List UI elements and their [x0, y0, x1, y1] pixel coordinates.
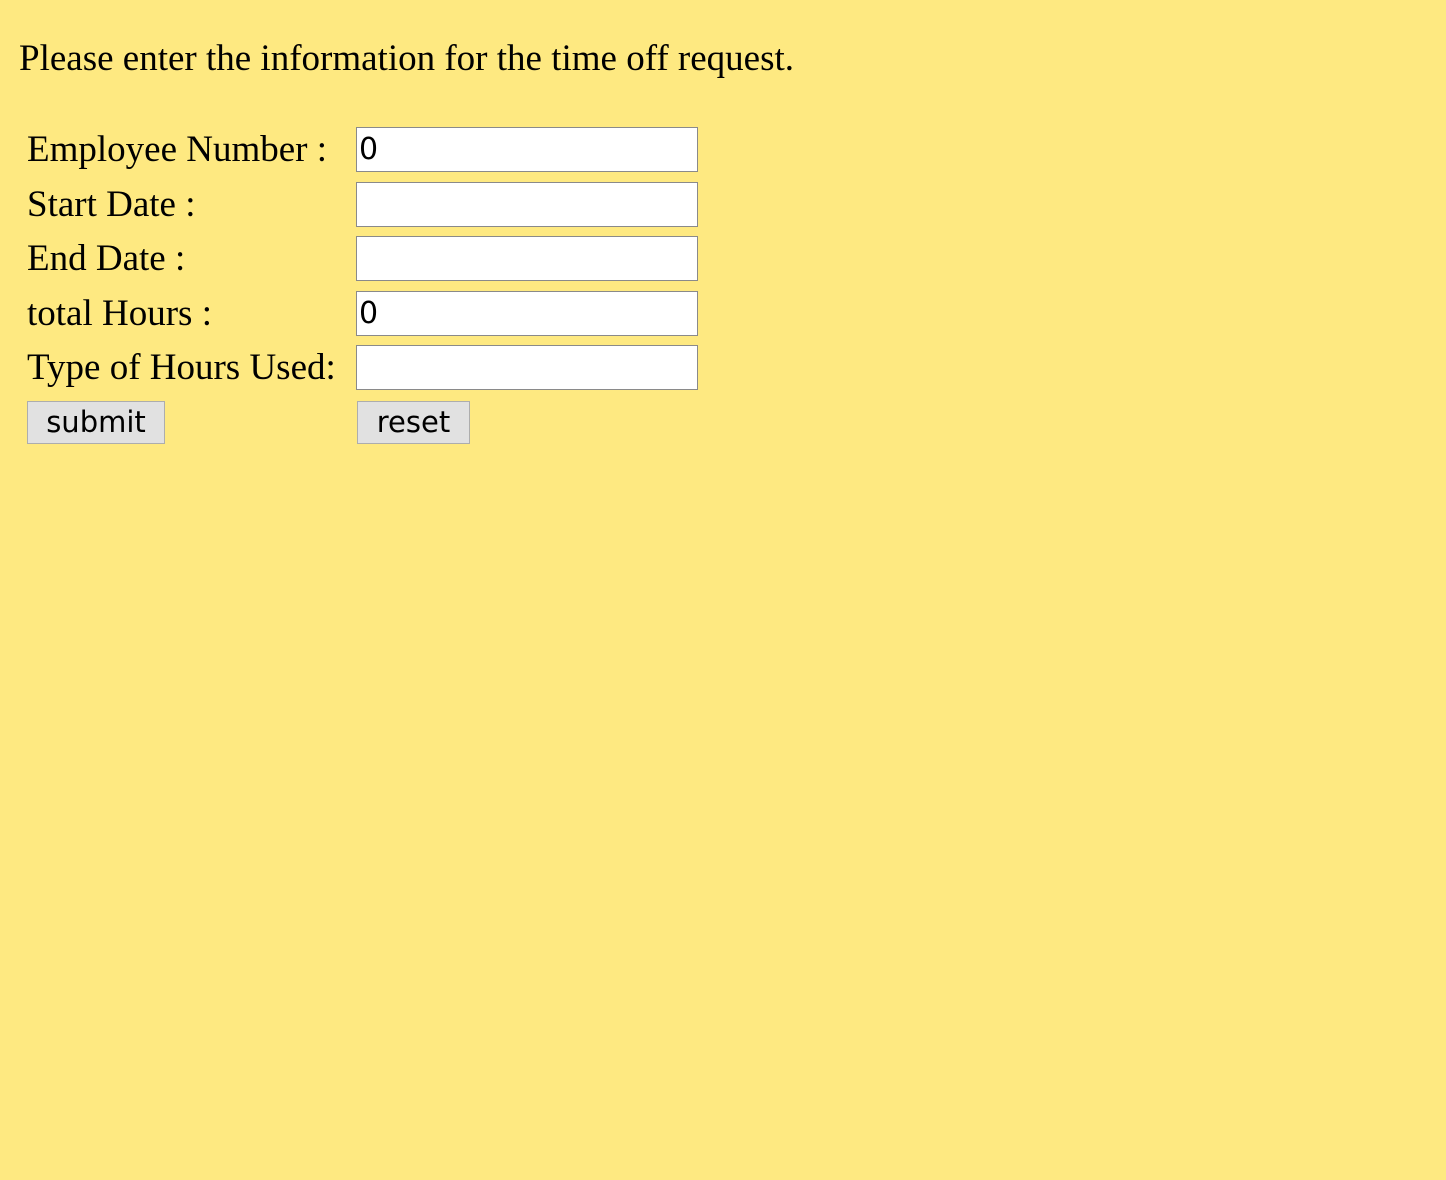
reset-button[interactable]: reset	[357, 401, 470, 444]
employee-number-label: Employee Number :	[27, 129, 328, 170]
intro-text: Please enter the information for the tim…	[19, 38, 795, 79]
end-date-input[interactable]	[356, 236, 698, 281]
hours-type-label: Type of Hours Used:	[27, 347, 336, 388]
start-date-label: Start Date :	[27, 184, 196, 225]
end-date-label: End Date :	[27, 238, 186, 279]
hours-type-input[interactable]	[356, 345, 698, 390]
employee-number-input[interactable]	[356, 127, 698, 172]
submit-button[interactable]: submit	[27, 401, 165, 444]
total-hours-label: total Hours :	[27, 293, 212, 334]
start-date-input[interactable]	[356, 182, 698, 227]
total-hours-input[interactable]	[356, 291, 698, 336]
